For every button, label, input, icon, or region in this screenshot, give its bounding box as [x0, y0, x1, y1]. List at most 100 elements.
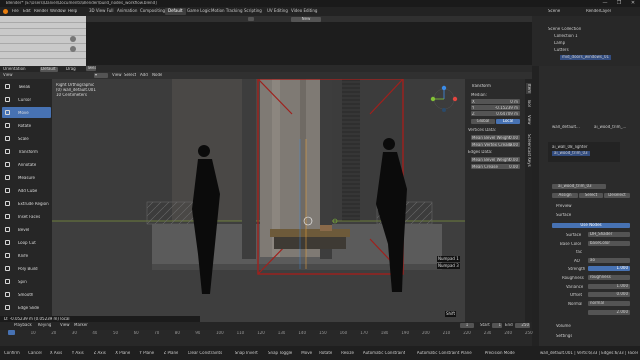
- normal-strength-field[interactable]: 2.000: [588, 310, 630, 315]
- tool-transform[interactable]: Transform: [2, 146, 51, 157]
- tab-item[interactable]: Item: [526, 83, 531, 95]
- menu-help[interactable]: Help: [68, 9, 77, 14]
- surface-panel-header[interactable]: Surface: [556, 213, 571, 218]
- material-slot[interactable]: ai_wood_trim_03: [552, 151, 590, 156]
- current-frame-field[interactable]: 1: [460, 322, 474, 328]
- timeline-track[interactable]: 0102030405060708090100110120130140150160…: [0, 330, 533, 346]
- outliner-item[interactable]: mid_doors_windows_01: [560, 55, 612, 60]
- timeline-menu-keying[interactable]: Keying: [38, 323, 51, 328]
- tool-rotate[interactable]: Rotate: [2, 120, 51, 131]
- outliner-item[interactable]: Cutters: [554, 48, 569, 53]
- tab-video-editing[interactable]: Video Editing: [288, 8, 320, 15]
- preview-toggle-icon[interactable]: [70, 46, 76, 52]
- settings-panel-header[interactable]: Settings: [556, 334, 572, 339]
- menu-file[interactable]: File: [12, 9, 19, 14]
- tab-view[interactable]: View: [526, 115, 531, 125]
- assign-button[interactable]: Assign: [552, 193, 578, 198]
- tool-add-cube[interactable]: Add Cube: [2, 185, 51, 196]
- mean-bevel-weight-v-field[interactable]: Mean Bevel Weight 0.00: [471, 135, 520, 140]
- outliner-item[interactable]: Scene Collection: [548, 27, 581, 32]
- timeline-menu-view[interactable]: View: [60, 323, 70, 328]
- tool-move[interactable]: Move: [2, 107, 51, 118]
- playhead[interactable]: [8, 330, 15, 335]
- tab-scripting[interactable]: Scripting: [241, 8, 265, 15]
- ao-field[interactable]: ao: [588, 258, 630, 263]
- tool-edge-slide[interactable]: Edge Slide: [2, 302, 51, 313]
- 3d-viewport[interactable]: Right Orthographic (0) wall_default.001 …: [52, 79, 465, 322]
- tool-inset-faces[interactable]: Inset Faces: [2, 211, 51, 222]
- minimize-button[interactable]: —: [598, 0, 612, 7]
- tab-uv-editing[interactable]: UV Editing: [264, 8, 291, 15]
- mean-crease-v-field[interactable]: Mean Vertex Crease 0.00: [471, 142, 520, 147]
- tool-annotate[interactable]: Annotate: [2, 159, 51, 170]
- tool-extrude-region[interactable]: Extrude Region: [2, 198, 51, 209]
- menu-window[interactable]: Window: [50, 9, 66, 14]
- tool-loop-cut[interactable]: Loop Cut: [2, 237, 51, 248]
- new-button[interactable]: New: [291, 16, 321, 22]
- tab-default[interactable]: Default: [165, 8, 186, 15]
- tool-cursor[interactable]: Cursor: [2, 94, 51, 105]
- transform-header[interactable]: Transform: [471, 84, 491, 89]
- blender-logo-icon[interactable]: [3, 9, 8, 14]
- tool-knife[interactable]: Knife: [2, 250, 51, 261]
- slot-icon[interactable]: [248, 17, 254, 21]
- mean-bevel-weight-e-field[interactable]: Mean Bevel Weight 0.00: [471, 157, 520, 162]
- use-nodes-button[interactable]: Use Nodes: [552, 223, 630, 228]
- status-hint: Confirm: [4, 351, 20, 355]
- tool-measure[interactable]: Measure: [2, 172, 51, 183]
- median-y-field[interactable]: Y -0.15239 m: [471, 105, 520, 110]
- deselect-button[interactable]: Deselect: [604, 193, 630, 198]
- view-label[interactable]: View: [3, 73, 13, 78]
- menu-view[interactable]: View: [112, 73, 122, 78]
- start-frame-field[interactable]: 1: [492, 322, 502, 328]
- tool-bevel[interactable]: Bevel: [2, 224, 51, 235]
- tool-spin[interactable]: Spin: [2, 276, 51, 287]
- volume-panel-header[interactable]: Volume: [556, 324, 571, 329]
- tool-scale[interactable]: Scale: [2, 133, 51, 144]
- offset-field[interactable]: 0.000: [588, 292, 630, 297]
- node-editor-header: New: [86, 16, 532, 22]
- tab-screencast-keys[interactable]: Screencast Keys: [526, 134, 531, 167]
- surface-shader-field[interactable]: DH_Shader: [588, 232, 630, 237]
- normal-field[interactable]: normal: [588, 301, 630, 306]
- menu-edit[interactable]: Edit: [23, 9, 31, 14]
- tab-3d-view-full[interactable]: 3D View Full: [86, 8, 117, 15]
- global-toggle[interactable]: Global: [471, 119, 495, 124]
- tab-motion-tracking[interactable]: Motion Tracking: [208, 8, 245, 15]
- tool-tweak[interactable]: Tweak: [2, 81, 51, 92]
- material-slot[interactable]: ai_wall_08_lighter: [552, 145, 588, 150]
- material-selector[interactable]: ai_wood_trim_03: [552, 184, 606, 189]
- orientation-dropdown[interactable]: Default: [40, 66, 58, 72]
- roughness-field[interactable]: roughness: [588, 275, 630, 280]
- preview-panel-header[interactable]: Preview: [556, 204, 572, 209]
- outliner-item[interactable]: Lamp: [554, 41, 565, 46]
- menu-add[interactable]: Add: [140, 73, 148, 78]
- mean-crease-e-field[interactable]: Mean Crease 0.00: [471, 164, 520, 169]
- drag-dropdown[interactable]: Tweak: [86, 66, 96, 71]
- maximize-button[interactable]: ❐: [612, 0, 626, 7]
- select-button[interactable]: Select: [579, 193, 603, 198]
- median-x-field[interactable]: X 0 m: [471, 99, 520, 104]
- tab-tool[interactable]: Tool: [526, 99, 531, 107]
- tool-poly-build[interactable]: Poly Build: [2, 263, 51, 274]
- timeline-menu-playback[interactable]: Playback: [14, 323, 32, 328]
- close-button[interactable]: ✕: [626, 0, 640, 7]
- variance-field[interactable]: 1.000: [588, 284, 630, 289]
- outliner-item[interactable]: Collection 1: [554, 34, 578, 39]
- tool-smooth[interactable]: Smooth: [2, 289, 51, 300]
- scene-selector[interactable]: Scene: [548, 9, 560, 14]
- menu-select[interactable]: Select: [124, 73, 136, 78]
- timeline-menu-marker[interactable]: Marker: [74, 323, 88, 328]
- preview-toggle-icon[interactable]: [70, 36, 76, 42]
- base-color-field[interactable]: baseColor: [588, 241, 630, 246]
- menu-node[interactable]: Node: [152, 73, 162, 78]
- end-frame-field[interactable]: 250: [515, 322, 530, 328]
- median-z-field[interactable]: Z 0.64709 m: [471, 111, 520, 116]
- menu-render[interactable]: Render: [34, 9, 48, 14]
- status-hint: Snap Toggle: [268, 351, 293, 355]
- view-layer-selector[interactable]: RenderLayer: [586, 9, 611, 14]
- strength-slider[interactable]: 1.000: [588, 266, 630, 271]
- tab-compositing[interactable]: Compositing: [137, 8, 168, 15]
- mode-dropdown[interactable]: ▾: [94, 73, 108, 78]
- local-toggle[interactable]: Local: [496, 119, 520, 124]
